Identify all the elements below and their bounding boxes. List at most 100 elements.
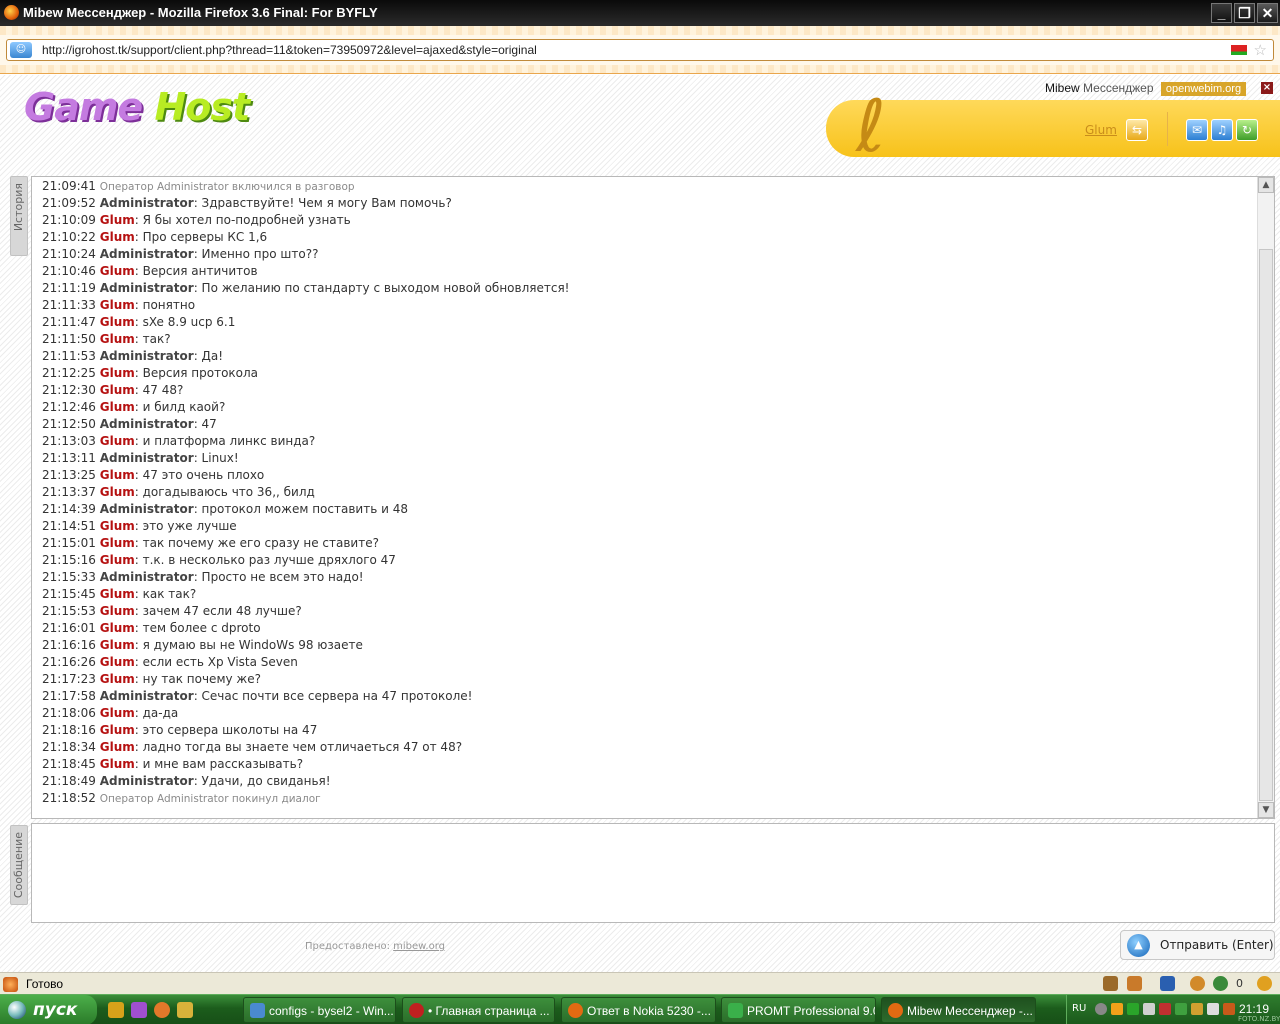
message-time: 21:15:33	[42, 570, 96, 584]
operator-name: Administrator	[99, 196, 194, 210]
message-text: sXe 8.9 ucp 6.1	[142, 315, 236, 329]
adblock-icon[interactable]	[1213, 976, 1228, 991]
message-text: догадываюсь что 36,, билд	[142, 485, 315, 499]
refresh-icon[interactable]: ↻	[1236, 119, 1258, 141]
mibew-figure-icon: ℓ	[856, 84, 886, 168]
message-text: Да!	[201, 349, 224, 363]
quicklaunch-icon[interactable]	[108, 1002, 124, 1018]
send-arrow-icon: ▲	[1127, 934, 1150, 957]
tray-icon[interactable]	[1111, 1003, 1123, 1015]
chat-message: 21:10:09 Glum: Я бы хотел по-подробней у…	[42, 213, 351, 227]
system-message: Оператор Administrator покинул диалог	[99, 793, 321, 805]
tray-icon[interactable]	[1191, 1003, 1203, 1015]
site-identity-icon[interactable]: ☺	[10, 42, 32, 58]
message-text: Я бы хотел по-подробней узнать	[142, 213, 351, 227]
close-window-button[interactable]: ✕	[1257, 3, 1278, 23]
visitor-name: Glum	[99, 230, 135, 244]
chat-message: 21:12:25 Glum: Версия протокола	[42, 366, 259, 380]
send-button[interactable]: ▲ Отправить (Enter)	[1120, 930, 1275, 960]
address-bar[interactable]: ☺ http://igrohost.tk/support/client.php?…	[6, 39, 1274, 61]
addon-icon[interactable]	[1160, 976, 1175, 991]
message-text: По желанию по стандарту с выходом новой …	[201, 281, 570, 295]
tray-icon[interactable]	[1175, 1003, 1187, 1015]
message-time: 21:11:33	[42, 298, 96, 312]
close-chat-button[interactable]: ×	[1261, 82, 1273, 94]
message-text: Версия античитов	[142, 264, 258, 278]
message-time: 21:13:25	[42, 468, 96, 482]
chat-message: 21:10:46 Glum: Версия античитов	[42, 264, 258, 278]
chat-message: 21:18:45 Glum: и мне вам рассказывать?	[42, 757, 304, 771]
chat-message: 21:14:51 Glum: это уже лучше	[42, 519, 237, 533]
message-time: 21:18:52	[42, 791, 96, 805]
tray-icon[interactable]	[1143, 1003, 1155, 1015]
visitor-name: Glum	[99, 519, 135, 533]
mibew-link[interactable]: mibew.org	[393, 941, 445, 952]
smiley-icon[interactable]	[1257, 976, 1272, 991]
bookmark-star-icon[interactable]: ☆	[1254, 41, 1267, 59]
visitor-name: Glum	[99, 672, 135, 686]
chat-message: 21:14:39 Administrator: протокол можем п…	[42, 502, 408, 516]
taskbar-item[interactable]: PROMT Professional 9.0	[721, 997, 876, 1023]
addon-icon[interactable]	[1190, 976, 1205, 991]
scroll-thumb[interactable]	[1259, 249, 1273, 801]
message-time: 21:17:23	[42, 672, 96, 686]
message-time: 21:16:16	[42, 638, 96, 652]
addon-icon[interactable]	[1127, 976, 1142, 991]
message-time: 21:18:45	[42, 757, 96, 771]
scroll-down-arrow[interactable]: ▼	[1258, 802, 1274, 818]
url-text[interactable]: http://igrohost.tk/support/client.php?th…	[42, 43, 537, 57]
visitor-name: Glum	[99, 366, 135, 380]
chat-message: 21:10:22 Glum: Про серверы КС 1,6	[42, 230, 268, 244]
operator-name: Administrator	[99, 774, 194, 788]
taskbar-item-active[interactable]: Mibew Мессенджер -...	[881, 997, 1036, 1023]
chat-message: 21:13:37 Glum: догадываюсь что 36,, билд	[42, 485, 315, 499]
message-time: 21:12:25	[42, 366, 96, 380]
tray-icon[interactable]	[1095, 1003, 1107, 1015]
counter: 0	[1236, 977, 1243, 990]
tab-history[interactable]: История	[10, 176, 28, 256]
mail-history-icon[interactable]: ✉	[1186, 119, 1208, 141]
visitor-name: Glum	[99, 434, 135, 448]
maximize-button[interactable]: ❐	[1234, 3, 1255, 23]
message-time: 21:10:09	[42, 213, 96, 227]
message-time: 21:10:24	[42, 247, 96, 261]
firebug-icon[interactable]	[3, 977, 18, 992]
chat-scrollbar[interactable]: ▲ ▼	[1257, 177, 1274, 818]
message-text: зачем 47 если 48 лучше?	[142, 604, 302, 618]
taskbar-item[interactable]: configs - bysel2 - Win...	[243, 997, 396, 1023]
tray-icon[interactable]	[1127, 1003, 1139, 1015]
quicklaunch-icon[interactable]	[154, 1002, 170, 1018]
tab-message-label: Сообщение	[12, 832, 25, 899]
message-text: Про серверы КС 1,6	[142, 230, 268, 244]
address-bar-area: ☺ http://igrohost.tk/support/client.php?…	[0, 26, 1280, 74]
language-indicator[interactable]: RU	[1072, 1003, 1086, 1014]
tray-icon[interactable]	[1223, 1003, 1235, 1015]
message-time: 21:15:16	[42, 553, 96, 567]
message-input[interactable]	[31, 823, 1275, 923]
operator-name: Administrator	[99, 417, 194, 431]
user-name-link[interactable]: Glum	[1085, 123, 1117, 137]
message-text: 47 48?	[142, 383, 184, 397]
chat-message: 21:18:52 Оператор Administrator покинул …	[42, 790, 1258, 807]
tray-icon[interactable]	[1207, 1003, 1219, 1015]
taskbar-item[interactable]: • Главная страница ...	[402, 997, 555, 1023]
message-text: это сервера школоты на 47	[142, 723, 318, 737]
tab-message[interactable]: Сообщение	[10, 825, 28, 905]
message-time: 21:15:45	[42, 587, 96, 601]
message-text: понятно	[142, 298, 196, 312]
tray-icon[interactable]	[1159, 1003, 1171, 1015]
minimize-button[interactable]: _	[1211, 3, 1232, 23]
openwebim-link[interactable]: openwebim.org	[1160, 82, 1247, 96]
sound-icon[interactable]: ♫	[1211, 119, 1233, 141]
change-name-icon[interactable]: ⇆	[1126, 119, 1148, 141]
message-text: ну так почему же?	[142, 672, 261, 686]
visitor-name: Glum	[99, 536, 135, 550]
quicklaunch-icon[interactable]	[177, 1002, 193, 1018]
scroll-up-arrow[interactable]: ▲	[1258, 177, 1274, 193]
addon-icon[interactable]	[1103, 976, 1118, 991]
start-button[interactable]: пуск	[0, 995, 97, 1024]
visitor-name: Glum	[99, 213, 135, 227]
taskbar-item[interactable]: Ответ в Nokia 5230 -...	[561, 997, 716, 1023]
quicklaunch-icon[interactable]	[131, 1002, 147, 1018]
message-text: 47 это очень плохо	[142, 468, 265, 482]
